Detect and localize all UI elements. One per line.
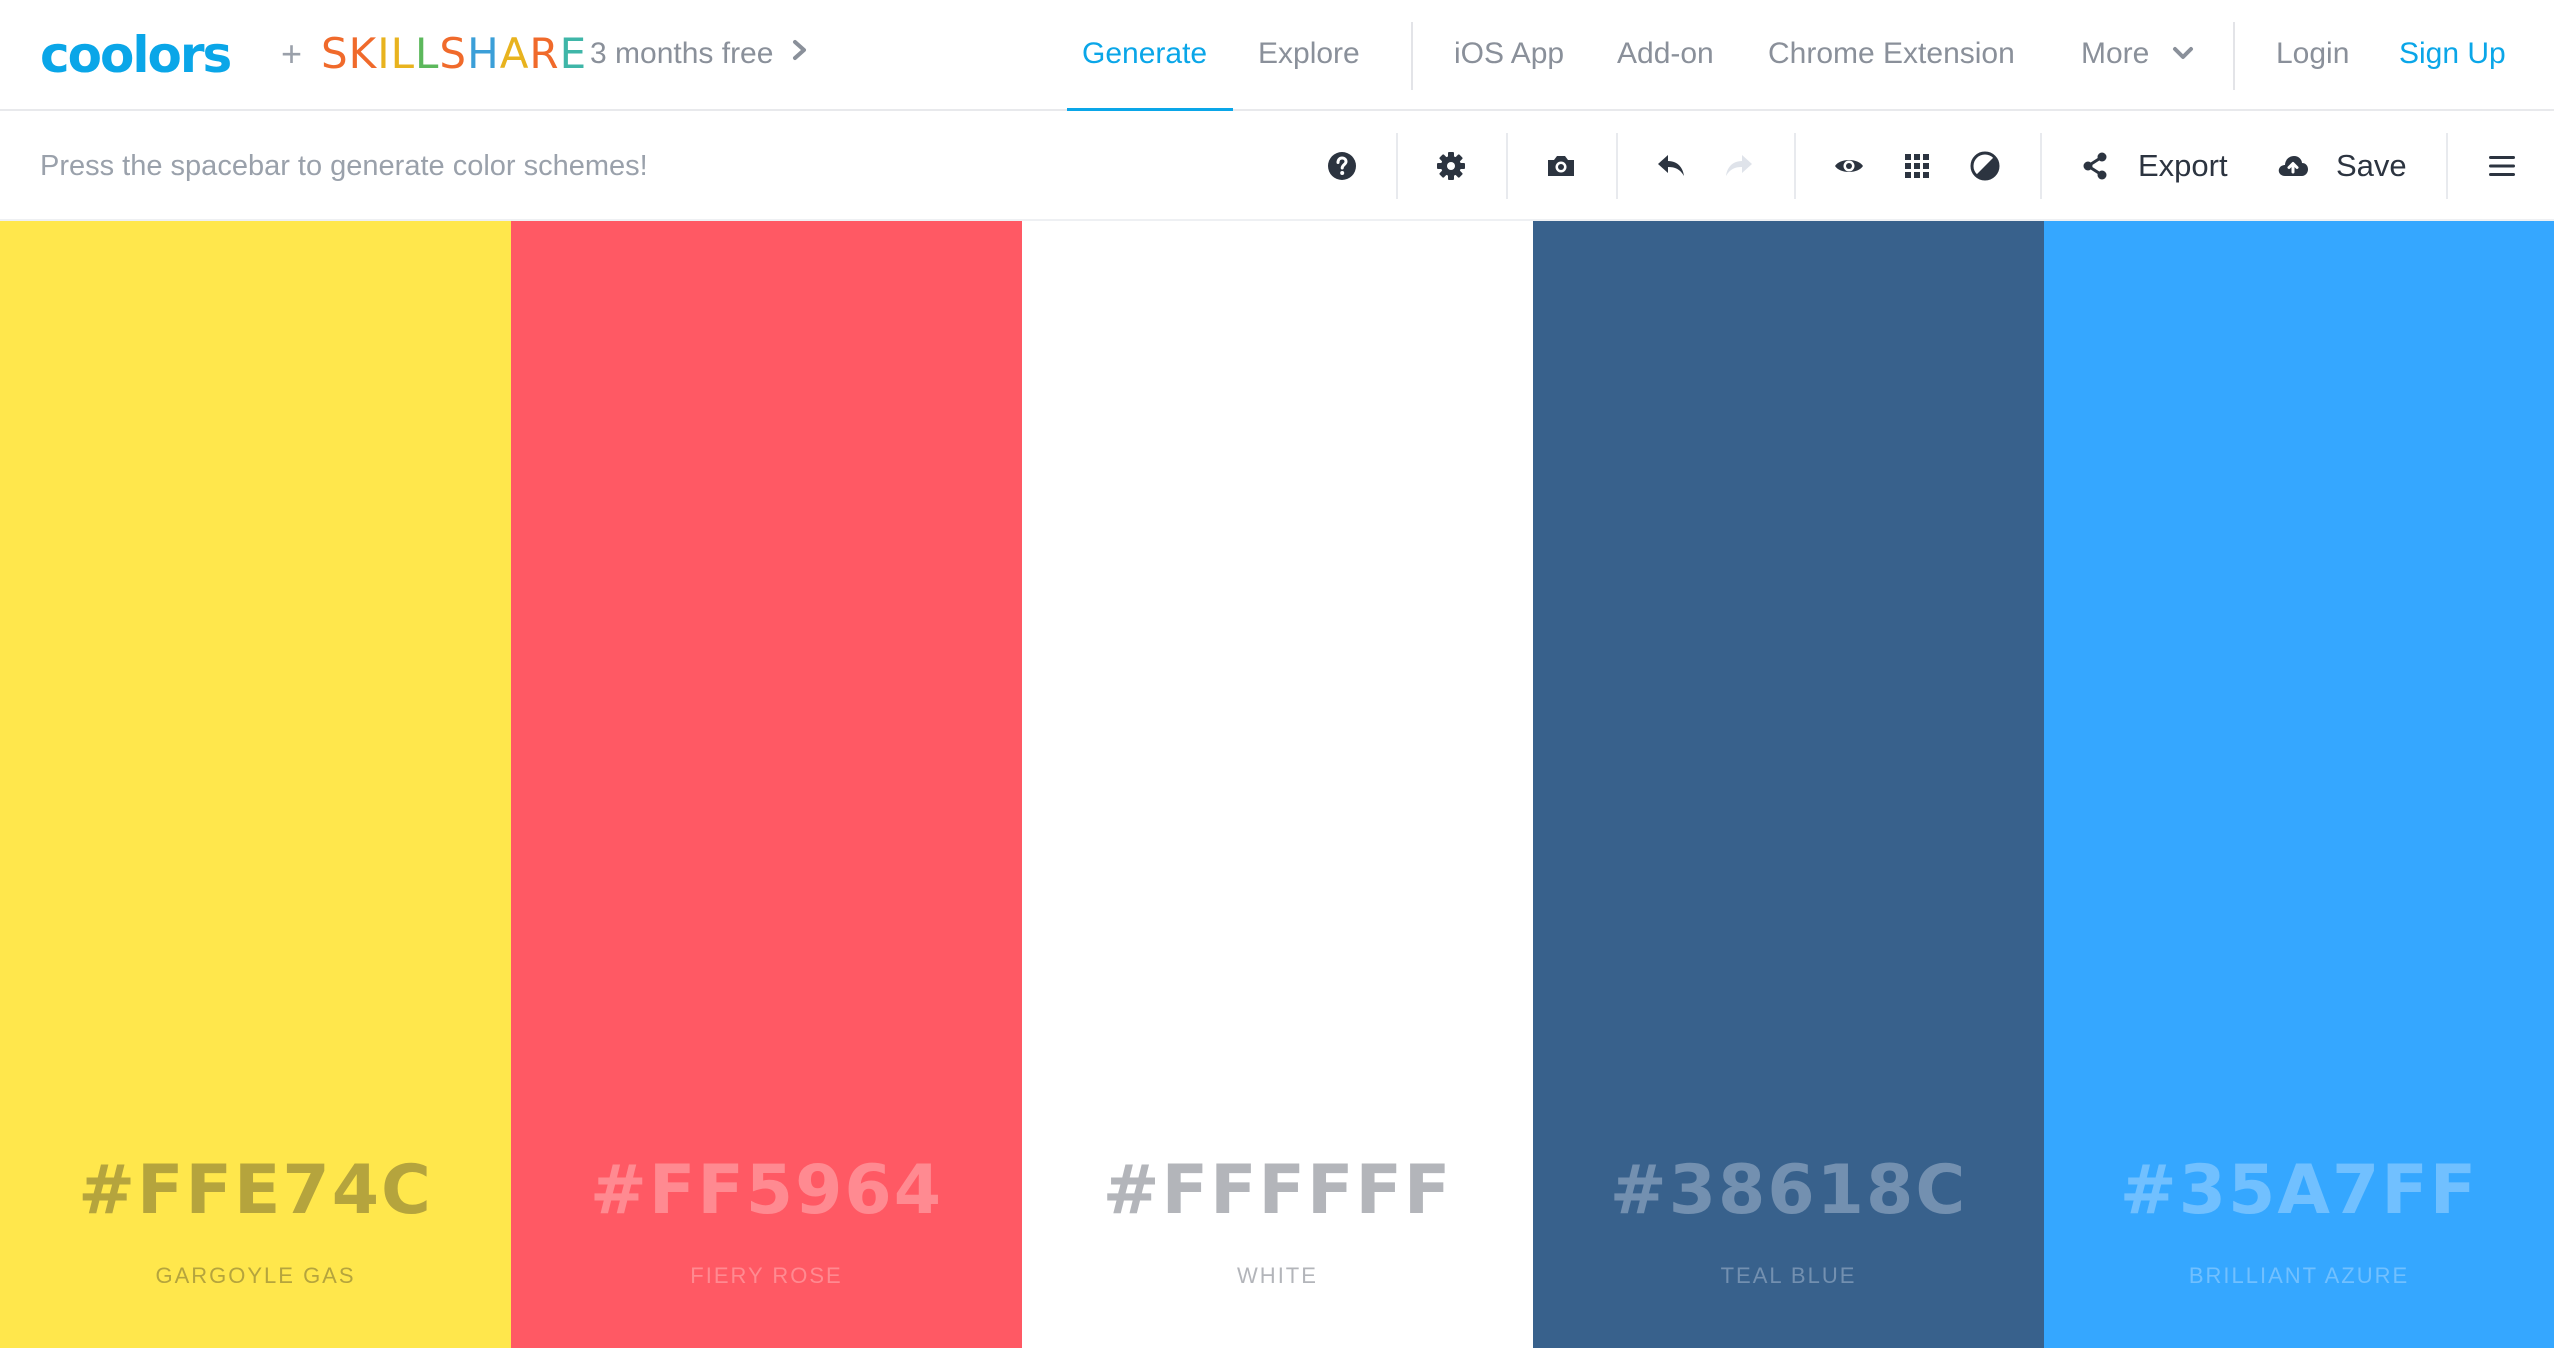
color-swatch-5[interactable]: #35A7FF BRILLIANT AZURE [2044,221,2554,1348]
gear-icon[interactable] [1428,143,1474,189]
hex-code[interactable]: #FF5964 [511,1151,1022,1231]
redo-icon[interactable] [1716,143,1762,189]
color-name[interactable]: FIERY ROSE [511,1261,1022,1291]
hex-code[interactable]: #FFE74C [0,1151,511,1231]
color-name[interactable]: TEAL BLUE [1533,1261,2044,1291]
skillshare-letter: R [529,29,560,78]
color-swatch-1[interactable]: #FFE74C GARGOYLE GAS [0,221,511,1348]
skillshare-letter: L [415,29,440,78]
share-icon[interactable] [2072,143,2118,189]
nav-divider [1411,22,1413,90]
login-link[interactable]: Login [2276,33,2349,75]
plus-sign: + [281,33,303,74]
color-name[interactable]: GARGOYLE GAS [0,1261,511,1291]
export-button[interactable]: Export [2138,146,2228,186]
nav-more[interactable]: More [2081,33,2194,76]
color-name[interactable]: BRILLIANT AZURE [2044,1261,2554,1291]
eye-icon[interactable] [1826,143,1872,189]
nav-generate[interactable]: Generate [1082,33,1207,75]
skillshare-letter: I [377,29,391,78]
nav-chrome-extension[interactable]: Chrome Extension [1768,33,2015,75]
hamburger-menu-icon[interactable] [2479,143,2525,189]
nav-ios-app[interactable]: iOS App [1454,33,1564,75]
nav-explore[interactable]: Explore [1258,33,1360,75]
hex-code[interactable]: #35A7FF [2044,1151,2554,1231]
chevron-right-icon [791,33,809,75]
toolbar-divider [1794,133,1796,199]
color-palette: #FFE74C GARGOYLE GAS #FF5964 FIERY ROSE … [0,221,2554,1348]
coolors-logo[interactable]: coolors [40,28,232,82]
grid-icon[interactable] [1894,143,1940,189]
color-swatch-2[interactable]: #FF5964 FIERY ROSE [511,221,1022,1348]
color-name[interactable]: WHITE [1022,1261,1533,1291]
skillshare-letter: E [559,29,588,78]
promo-link[interactable]: 3 months free [590,33,809,75]
skillshare-letter: S [321,29,349,78]
camera-icon[interactable] [1538,143,1584,189]
color-swatch-3[interactable]: #FFFFFF WHITE [1022,221,1533,1348]
top-navigation: coolors + SKILLSHARE 3 months free Gener… [0,0,2554,111]
toolbar-divider [1616,133,1618,199]
toolbar-divider [2446,133,2448,199]
nav-divider [2233,22,2235,90]
spacebar-hint: Press the spacebar to generate color sch… [40,150,648,182]
skillshare-letter: A [499,29,530,78]
promo-text: 3 months free [590,37,774,70]
toolbar-divider [1506,133,1508,199]
nav-more-label: More [2081,37,2150,70]
chevron-down-icon [2172,44,2194,66]
skillshare-letter: L [390,29,416,78]
nav-addon[interactable]: Add-on [1617,33,1714,75]
toolbar: Press the spacebar to generate color sch… [0,111,2554,221]
help-icon[interactable] [1319,143,1365,189]
skillshare-letter: S [439,29,468,78]
toolbar-divider [2040,133,2042,199]
skillshare-letter: K [348,29,378,78]
color-swatch-4[interactable]: #38618C TEAL BLUE [1533,221,2044,1348]
signup-link[interactable]: Sign Up [2399,33,2506,75]
cloud-upload-icon[interactable] [2270,143,2316,189]
save-button[interactable]: Save [2336,146,2407,186]
skillshare-logo[interactable]: SKILLSHARE [321,30,587,78]
hex-code[interactable]: #FFFFFF [1022,1151,1533,1231]
contrast-icon[interactable] [1962,143,2008,189]
skillshare-letter: H [467,29,500,78]
undo-icon[interactable] [1648,143,1694,189]
hex-code[interactable]: #38618C [1533,1151,2044,1231]
toolbar-divider [1396,133,1398,199]
